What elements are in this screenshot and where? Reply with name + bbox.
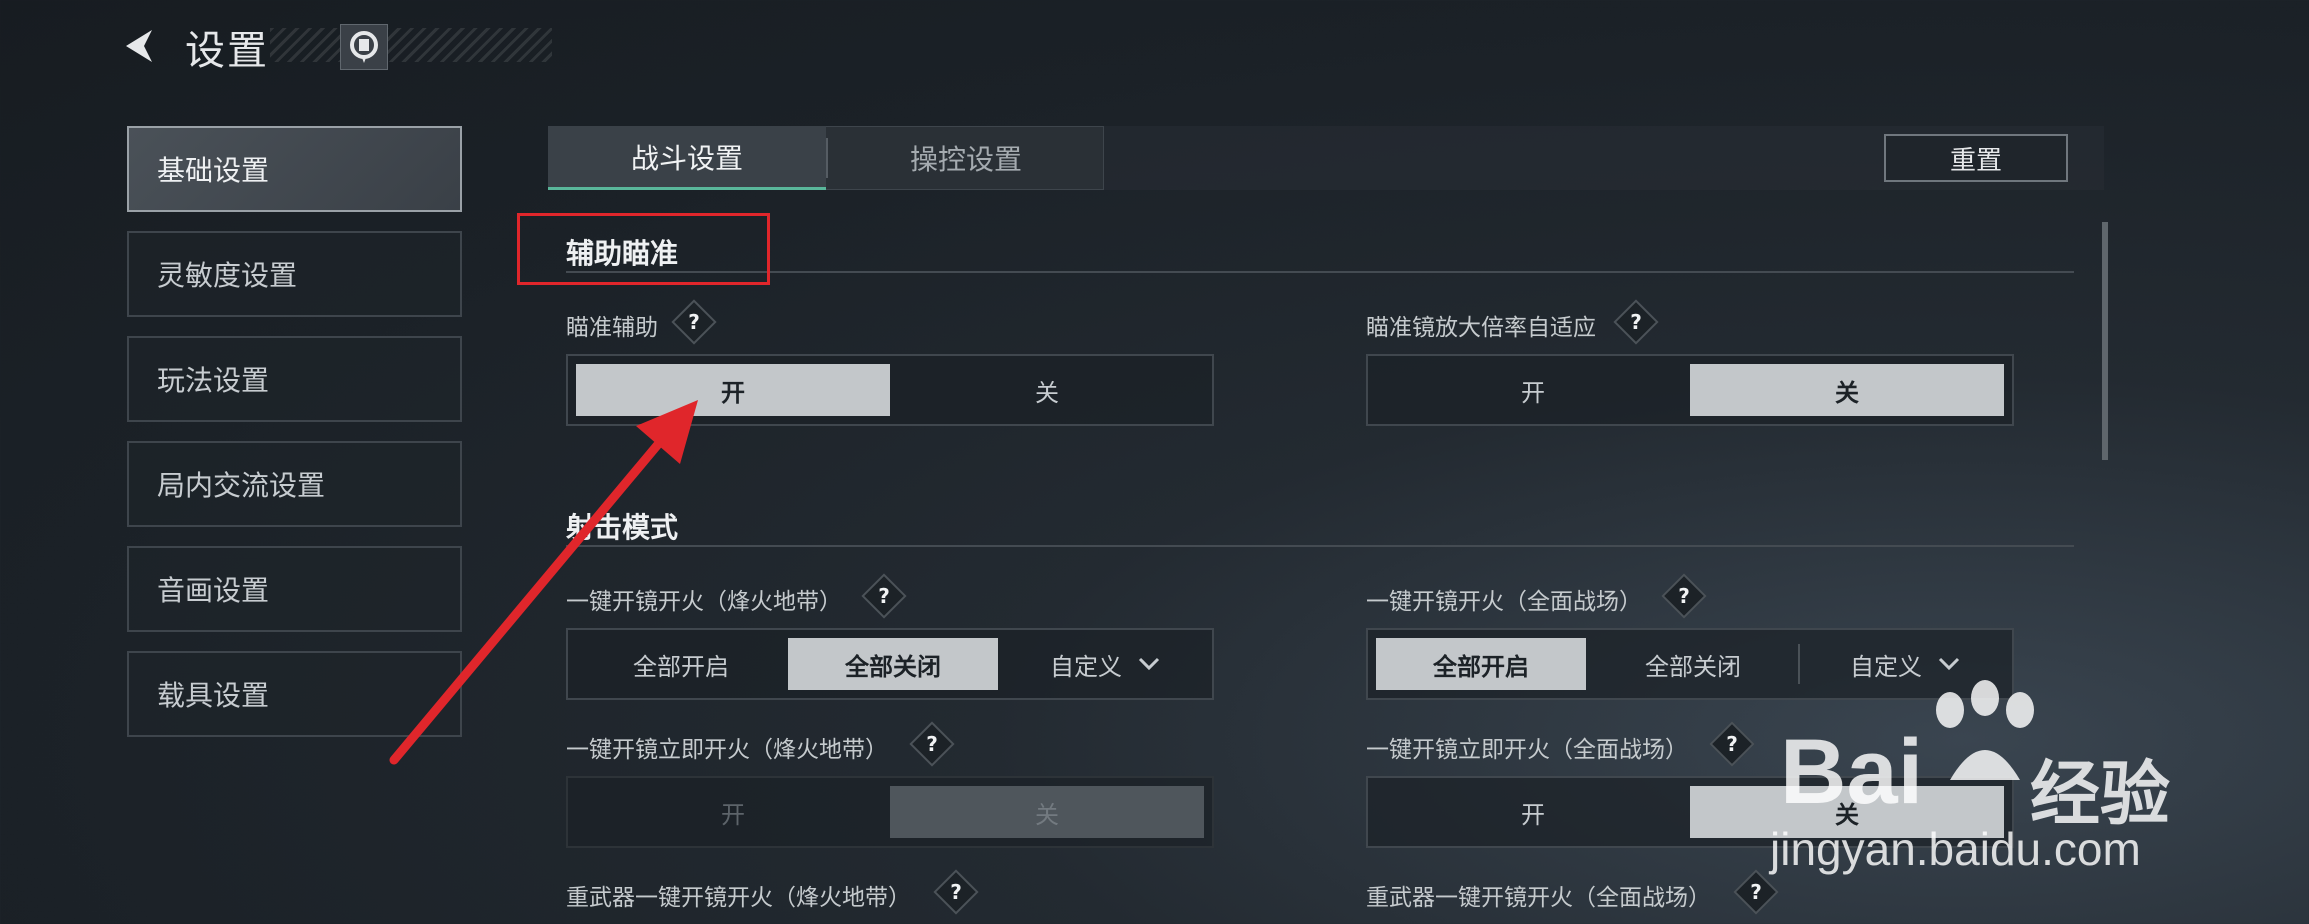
help-icon[interactable]: ? bbox=[1661, 573, 1707, 619]
help-icon[interactable]: ? bbox=[909, 721, 955, 767]
aim-assist-label: 瞄准辅助 bbox=[566, 315, 658, 341]
tab-battle-settings[interactable]: 战斗设置 bbox=[548, 126, 826, 190]
sidebar-item-sensitivity[interactable]: 灵敏度设置 bbox=[127, 231, 462, 317]
section-divider bbox=[566, 271, 2074, 273]
help-icon[interactable]: ? bbox=[671, 299, 717, 345]
instant-fire-fh-toggle: 开 关 bbox=[566, 776, 1214, 848]
quick-fire-qm-all-off[interactable]: 全部关闭 bbox=[1588, 638, 1798, 690]
sidebar-item-basic[interactable]: 基础设置 bbox=[127, 126, 462, 212]
instant-fire-fh-on: 开 bbox=[721, 800, 745, 829]
help-icon[interactable]: ? bbox=[933, 869, 979, 915]
reset-button[interactable]: 重置 bbox=[1884, 134, 2068, 182]
scrollbar[interactable] bbox=[2102, 222, 2108, 460]
aim-assist-off[interactable]: 关 bbox=[890, 364, 1204, 416]
help-icon[interactable]: ? bbox=[1709, 721, 1755, 767]
page-title: 设置 bbox=[185, 28, 269, 74]
watermark-brand: Bai bbox=[1780, 721, 1924, 823]
back-arrow-icon[interactable] bbox=[118, 24, 162, 68]
annotation-arrow-icon bbox=[389, 400, 698, 765]
help-icon[interactable]: ? bbox=[1613, 299, 1659, 345]
scope-adapt-toggle: 开 关 bbox=[1366, 354, 2014, 426]
chevron-down-icon bbox=[1938, 657, 1960, 671]
watermark-url: jingyan.baidu.com bbox=[1770, 823, 2141, 875]
heavy-weapon-qm-label: 重武器一键开镜开火（全面战场） bbox=[1366, 885, 1711, 911]
quick-fire-fh-custom[interactable]: 自定义 bbox=[1000, 638, 1210, 690]
chevron-down-icon bbox=[1138, 657, 1160, 671]
quick-fire-fh-all-off[interactable]: 全部关闭 bbox=[788, 638, 998, 690]
scope-adapt-label: 瞄准镜放大倍率自适应 bbox=[1366, 315, 1596, 341]
avatar[interactable] bbox=[340, 24, 388, 70]
scope-adapt-off[interactable]: 关 bbox=[1690, 364, 2004, 416]
headset-icon bbox=[350, 31, 378, 63]
title-decoration bbox=[270, 28, 552, 62]
baidu-watermark: Bai 经验 jingyan.baidu.com bbox=[1770, 680, 2309, 920]
scope-adapt-on[interactable]: 开 bbox=[1376, 364, 1690, 416]
heavy-weapon-fh-label: 重武器一键开镜开火（烽火地带） bbox=[566, 885, 911, 911]
instant-fire-qm-label: 一键开镜立即开火（全面战场） bbox=[1366, 737, 1688, 763]
instant-fire-fh-off: 关 bbox=[890, 786, 1204, 838]
tab-control-settings[interactable]: 操控设置 bbox=[828, 126, 1104, 190]
quick-fire-qm-label: 一键开镜开火（全面战场） bbox=[1366, 589, 1642, 615]
help-icon[interactable]: ? bbox=[861, 573, 907, 619]
quick-fire-qm-all-on[interactable]: 全部开启 bbox=[1376, 638, 1586, 690]
section-divider bbox=[566, 545, 2074, 547]
instant-fire-qm-on[interactable]: 开 bbox=[1376, 786, 1690, 838]
highlight-annotation-box bbox=[517, 213, 770, 285]
